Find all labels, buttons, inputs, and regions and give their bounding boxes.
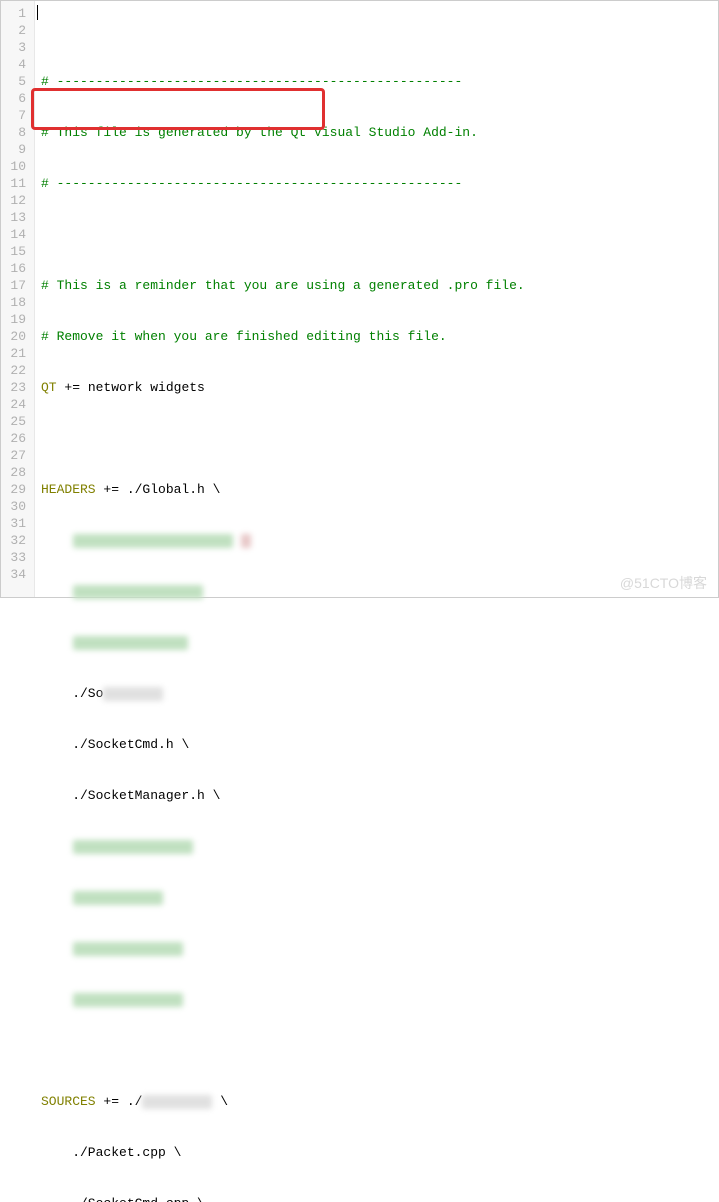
redacted-text: [73, 534, 233, 548]
line-number: 34: [5, 566, 26, 583]
code-line: ./SocketCmd.cpp \: [41, 1195, 712, 1202]
code-line: [41, 991, 712, 1008]
line-number-gutter: 1 2 3 4 5 6 7 8 9 10 11 12 13 14 15 16 1…: [1, 1, 35, 597]
line-number: 26: [5, 430, 26, 447]
line-number: 21: [5, 345, 26, 362]
code-line: # This file is generated by the Qt Visua…: [41, 124, 712, 141]
comment-text: # --------------------------------------…: [41, 176, 462, 191]
comment-text: # --------------------------------------…: [41, 74, 462, 89]
line-number: 13: [5, 209, 26, 226]
line-number: 32: [5, 532, 26, 549]
line-number: 33: [5, 549, 26, 566]
line-number: 27: [5, 447, 26, 464]
line-number: 7: [5, 107, 26, 124]
operator: +=: [96, 482, 127, 497]
code-line: QT += network widgets: [41, 379, 712, 396]
line-number: 1: [5, 5, 26, 22]
code-line: [41, 634, 712, 651]
file-path: ./Global.h: [127, 482, 213, 497]
backslash: \: [197, 1196, 205, 1202]
file-path: ./SocketManager.h: [41, 788, 213, 803]
line-number: 3: [5, 39, 26, 56]
code-line: [41, 940, 712, 957]
code-line: # This is a reminder that you are using …: [41, 277, 712, 294]
backslash: \: [181, 737, 189, 752]
line-number: 20: [5, 328, 26, 345]
file-path: ./SocketCmd.h: [41, 737, 181, 752]
comment-text: # Remove it when you are finished editin…: [41, 329, 447, 344]
redacted-text: [241, 534, 251, 548]
code-line: HEADERS += ./Global.h \: [41, 481, 712, 498]
redacted-text: [73, 993, 183, 1007]
line-number: 17: [5, 277, 26, 294]
line-number: 11: [5, 175, 26, 192]
file-path: ./SocketCmd.cpp: [41, 1196, 197, 1202]
redacted-text: [73, 840, 193, 854]
line-number: 4: [5, 56, 26, 73]
file-path: ./Packet.cpp: [41, 1145, 174, 1160]
keyword-sources: SOURCES: [41, 1094, 96, 1109]
backslash: \: [213, 482, 221, 497]
comment-text: # This is a reminder that you are using …: [41, 278, 525, 293]
code-editor: 1 2 3 4 5 6 7 8 9 10 11 12 13 14 15 16 1…: [0, 0, 719, 598]
line-number: 8: [5, 124, 26, 141]
operator: +=: [57, 380, 88, 395]
backslash: \: [174, 1145, 182, 1160]
line-number: 12: [5, 192, 26, 209]
code-line: ./Packet.cpp \: [41, 1144, 712, 1161]
line-number: 18: [5, 294, 26, 311]
redacted-text: [73, 585, 203, 599]
line-number: 6: [5, 90, 26, 107]
line-number: 30: [5, 498, 26, 515]
redacted-text: [73, 636, 188, 650]
line-number: 28: [5, 464, 26, 481]
code-line: [41, 583, 712, 600]
code-line: # Remove it when you are finished editin…: [41, 328, 712, 345]
line-number: 2: [5, 22, 26, 39]
line-number: 24: [5, 396, 26, 413]
redacted-text: [142, 1095, 212, 1109]
code-line: [41, 226, 712, 243]
code-line: ./SocketManager.h \: [41, 787, 712, 804]
line-number: 19: [5, 311, 26, 328]
redacted-text: [103, 687, 163, 701]
line-number: 9: [5, 141, 26, 158]
line-number: 31: [5, 515, 26, 532]
line-number: 14: [5, 226, 26, 243]
file-path: ./: [127, 1094, 143, 1109]
code-line: [41, 889, 712, 906]
operator: +=: [96, 1094, 127, 1109]
file-path: ./So: [41, 686, 103, 701]
comment-text: # This file is generated by the Qt Visua…: [41, 125, 478, 140]
line-number: 23: [5, 379, 26, 396]
code-line: [41, 532, 712, 549]
backslash: \: [220, 1094, 228, 1109]
backslash: \: [213, 788, 221, 803]
code-line: SOURCES += ./ \: [41, 1093, 712, 1110]
line-number: 10: [5, 158, 26, 175]
code-area[interactable]: # --------------------------------------…: [35, 1, 718, 597]
redacted-text: [73, 891, 163, 905]
line-number: 16: [5, 260, 26, 277]
line-number: 5: [5, 73, 26, 90]
code-line: [41, 1042, 712, 1059]
code-line: [41, 430, 712, 447]
keyword-headers: HEADERS: [41, 482, 96, 497]
value-text: network widgets: [88, 380, 205, 395]
line-number: 15: [5, 243, 26, 260]
redacted-text: [73, 942, 183, 956]
caret-icon: [37, 5, 38, 20]
code-line: [41, 838, 712, 855]
code-line: ./SocketCmd.h \: [41, 736, 712, 753]
code-line: # --------------------------------------…: [41, 73, 712, 90]
line-number: 25: [5, 413, 26, 430]
code-line: # --------------------------------------…: [41, 175, 712, 192]
code-line: ./So: [41, 685, 712, 702]
line-number: 22: [5, 362, 26, 379]
keyword-qt: QT: [41, 380, 57, 395]
line-number: 29: [5, 481, 26, 498]
